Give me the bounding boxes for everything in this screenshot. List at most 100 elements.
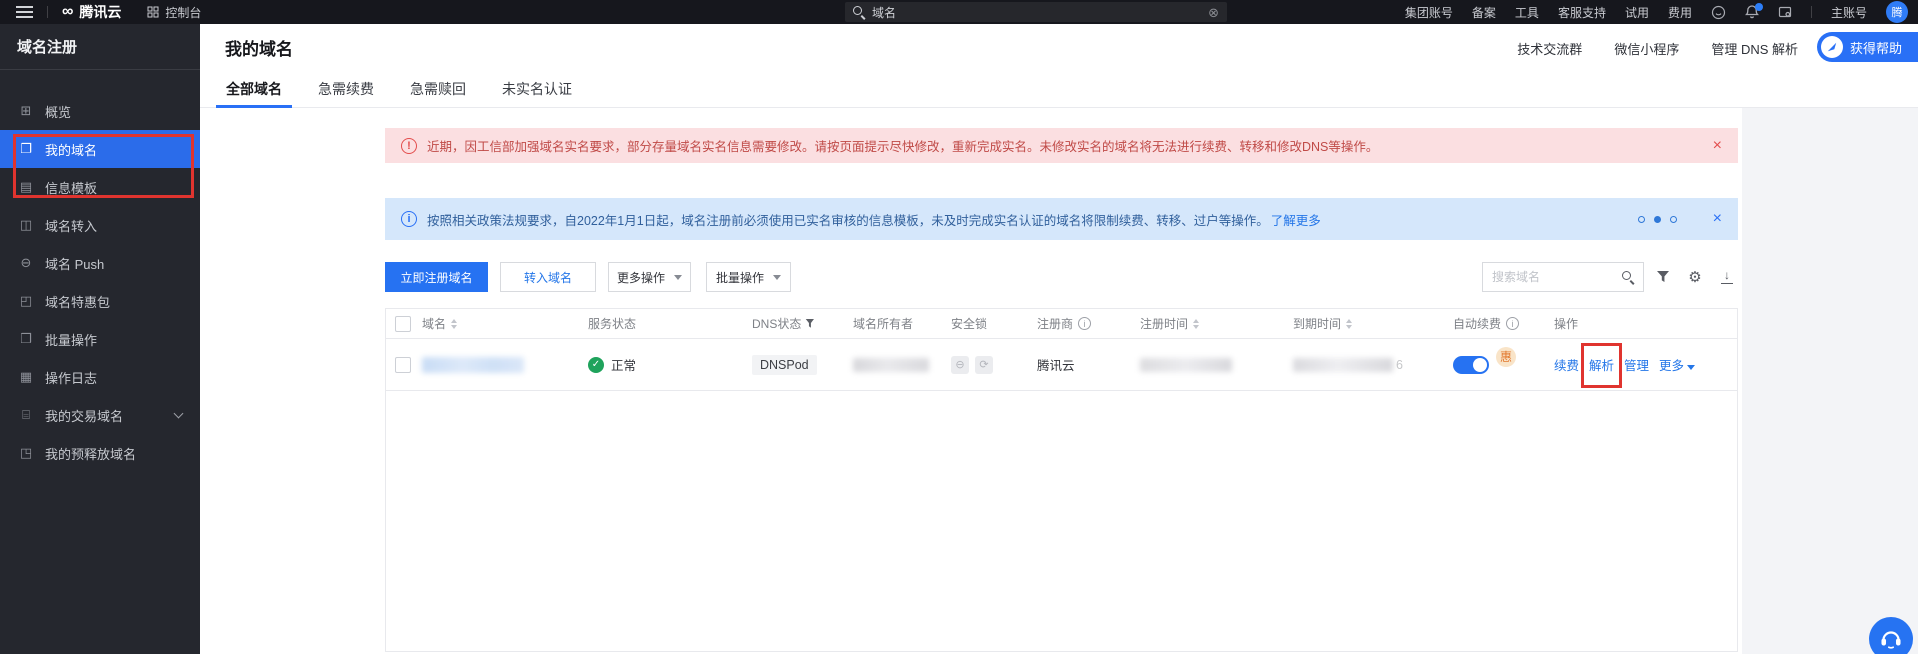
manage-link[interactable]: 管理: [1624, 355, 1649, 374]
topbar-nav-tools[interactable]: 工具: [1515, 4, 1539, 21]
resolve-link[interactable]: 解析: [1589, 355, 1614, 374]
dns-status-cell: DNSPod: [752, 355, 853, 375]
select-all-checkbox[interactable]: [395, 316, 411, 332]
close-icon[interactable]: ×: [1713, 138, 1722, 154]
link-manage-dns[interactable]: 管理 DNS 解析: [1711, 39, 1798, 58]
link-mini-program[interactable]: 微信小程序: [1614, 39, 1679, 58]
filter-icon[interactable]: [805, 319, 814, 329]
console-grid-icon: [147, 6, 159, 18]
sidebar-item-trade-domains[interactable]: ⌸ 我的交易域名: [0, 396, 200, 434]
sidebar-item-label: 我的域名: [45, 140, 97, 159]
get-help-button[interactable]: 获得帮助: [1817, 32, 1918, 62]
registrar-text: 腾讯云: [1037, 355, 1075, 374]
carousel-dot[interactable]: [1638, 216, 1645, 223]
feedback-icon[interactable]: [1711, 5, 1726, 20]
lock-icon[interactable]: ⊖: [951, 356, 969, 374]
topbar-nav-billing[interactable]: 费用: [1668, 4, 1692, 21]
sidebar-item-prerelease[interactable]: ◳我的预释放域名: [0, 434, 200, 472]
expire-digit: 6: [1396, 358, 1403, 372]
register-label: 立即注册域名: [400, 269, 472, 286]
tab-not-verified[interactable]: 未实名认证: [492, 70, 582, 107]
sort-icon[interactable]: [1346, 319, 1352, 329]
close-icon[interactable]: ×: [1713, 211, 1722, 227]
tab-redeem-urgent[interactable]: 急需赎回: [400, 70, 476, 107]
download-icon[interactable]: [1716, 266, 1738, 288]
sidebar-item-my-domains[interactable]: ❐ 我的域名: [0, 130, 200, 168]
sort-icon[interactable]: [1193, 319, 1199, 329]
filter-icon[interactable]: [1652, 266, 1674, 288]
col-owner: 域名所有者: [853, 315, 951, 332]
col-register-time: 注册时间: [1140, 315, 1293, 332]
topbar-nav-trial[interactable]: 试用: [1625, 4, 1649, 21]
sidebar-item-package[interactable]: ◰域名特惠包: [0, 282, 200, 320]
my-domains-icon: ❐: [18, 141, 34, 157]
carousel-dot[interactable]: [1670, 216, 1677, 223]
renew-link[interactable]: 续费: [1554, 355, 1579, 374]
sidebar-item-info-template[interactable]: ▤信息模板: [0, 168, 200, 206]
topbar-console-link[interactable]: 控制台: [147, 4, 201, 21]
bell-icon[interactable]: [1745, 5, 1759, 19]
sidebar-item-batch[interactable]: ❒批量操作: [0, 320, 200, 358]
batch-actions-dropdown[interactable]: 批量操作: [706, 262, 791, 292]
learn-more-link[interactable]: 了解更多: [1271, 214, 1321, 228]
tab-all-domains[interactable]: 全部域名: [216, 70, 292, 107]
auto-renew-toggle[interactable]: [1453, 356, 1489, 374]
sidebar: 域名注册 ⊞概览 ❐我的域名 ▤信息模板 ◫域名转入 ⊖域名 Push ◰域名特…: [0, 24, 200, 654]
sidebar-item-label: 概览: [45, 102, 71, 121]
sidebar-item-overview[interactable]: ⊞概览: [0, 92, 200, 130]
carousel-dot-active[interactable]: [1654, 216, 1661, 223]
col-registrar: 注册商i: [1037, 315, 1140, 332]
info-circle-icon[interactable]: i: [1506, 317, 1519, 330]
batch-actions-label: 批量操作: [716, 269, 764, 286]
sidebar-item-log[interactable]: ▦操作日志: [0, 358, 200, 396]
dns-status-chip: DNSPod: [752, 355, 817, 375]
topbar-account-label[interactable]: 主账号: [1831, 4, 1867, 21]
topbar-nav-icp[interactable]: 备案: [1472, 4, 1496, 21]
gear-icon[interactable]: ⚙: [1684, 266, 1706, 288]
link-tech-group[interactable]: 技术交流群: [1517, 39, 1582, 58]
menu-icon[interactable]: [16, 6, 33, 18]
alert-error: ! 近期，因工信部加强域名实名要求，部分存量域名实名信息需要修改。请按页面提示尽…: [385, 128, 1738, 163]
template-icon: ▤: [18, 179, 34, 195]
transfer-domain-button[interactable]: 转入域名: [500, 262, 596, 292]
notification-badge: [1755, 3, 1763, 11]
sort-icon[interactable]: [451, 319, 457, 329]
expire-time-redacted: [1293, 358, 1393, 372]
col-service-status: 服务状态: [588, 315, 752, 332]
more-actions-dropdown[interactable]: 更多操作: [608, 262, 691, 292]
chat-support-button[interactable]: [1869, 617, 1913, 654]
info-circle-icon[interactable]: i: [1078, 317, 1091, 330]
col-expire-time: 到期时间: [1293, 315, 1453, 332]
tencent-cloud-logo[interactable]: ∞ 腾讯云: [62, 2, 121, 22]
sidebar-menu: ⊞概览 ❐ 我的域名 ▤信息模板 ◫域名转入 ⊖域名 Push ◰域名特惠包 ❒批…: [0, 92, 200, 472]
header-links: 技术交流群 微信小程序 管理 DNS 解析: [1517, 39, 1798, 58]
console-settings-icon[interactable]: [1778, 5, 1792, 19]
clear-icon[interactable]: ⊗: [1208, 6, 1219, 19]
domain-search-input[interactable]: [1492, 270, 1616, 284]
auto-renew-cell: 惠: [1453, 355, 1554, 375]
sidebar-item-push[interactable]: ⊖域名 Push: [0, 244, 200, 282]
topbar-nav-group-account[interactable]: 集团账号: [1405, 4, 1453, 21]
trade-icon: ⌸: [18, 407, 34, 423]
domain-cell[interactable]: [422, 357, 588, 373]
sidebar-item-label: 我的预释放域名: [45, 444, 136, 463]
refresh-lock-icon[interactable]: ⟳: [975, 356, 993, 374]
main-area: 我的域名 技术交流群 微信小程序 管理 DNS 解析 获得帮助 全部域名 急需续…: [200, 24, 1918, 654]
domain-search-box[interactable]: [1482, 262, 1644, 292]
sidebar-item-label: 我的交易域名: [45, 406, 123, 425]
register-domain-button[interactable]: 立即注册域名: [385, 262, 488, 292]
sidebar-item-transfer-in[interactable]: ◫域名转入: [0, 206, 200, 244]
tab-renew-urgent[interactable]: 急需续费: [308, 70, 384, 107]
topbar-search[interactable]: ⊗: [845, 2, 1227, 22]
header-checkbox-cell: [386, 316, 422, 332]
avatar[interactable]: 腾: [1886, 1, 1908, 23]
table-tools: ⚙: [1652, 266, 1738, 288]
more-link[interactable]: 更多: [1659, 355, 1695, 374]
row-checkbox[interactable]: [395, 357, 411, 373]
domain-table: 域名 服务状态 DNS状态 域名所有者 安全锁 注册商i 注册时间 到期时间 自…: [385, 308, 1738, 652]
toolbar: 立即注册域名 转入域名 更多操作 批量操作 ⚙: [385, 262, 1738, 292]
topbar-search-input[interactable]: [872, 5, 1201, 19]
log-icon: ▦: [18, 369, 34, 385]
topbar-nav-support[interactable]: 客服支持: [1558, 4, 1606, 21]
topbar: ∞ 腾讯云 控制台 ⊗ 集团账号 备案 工具 客服支持 试用 费用: [0, 0, 1918, 24]
